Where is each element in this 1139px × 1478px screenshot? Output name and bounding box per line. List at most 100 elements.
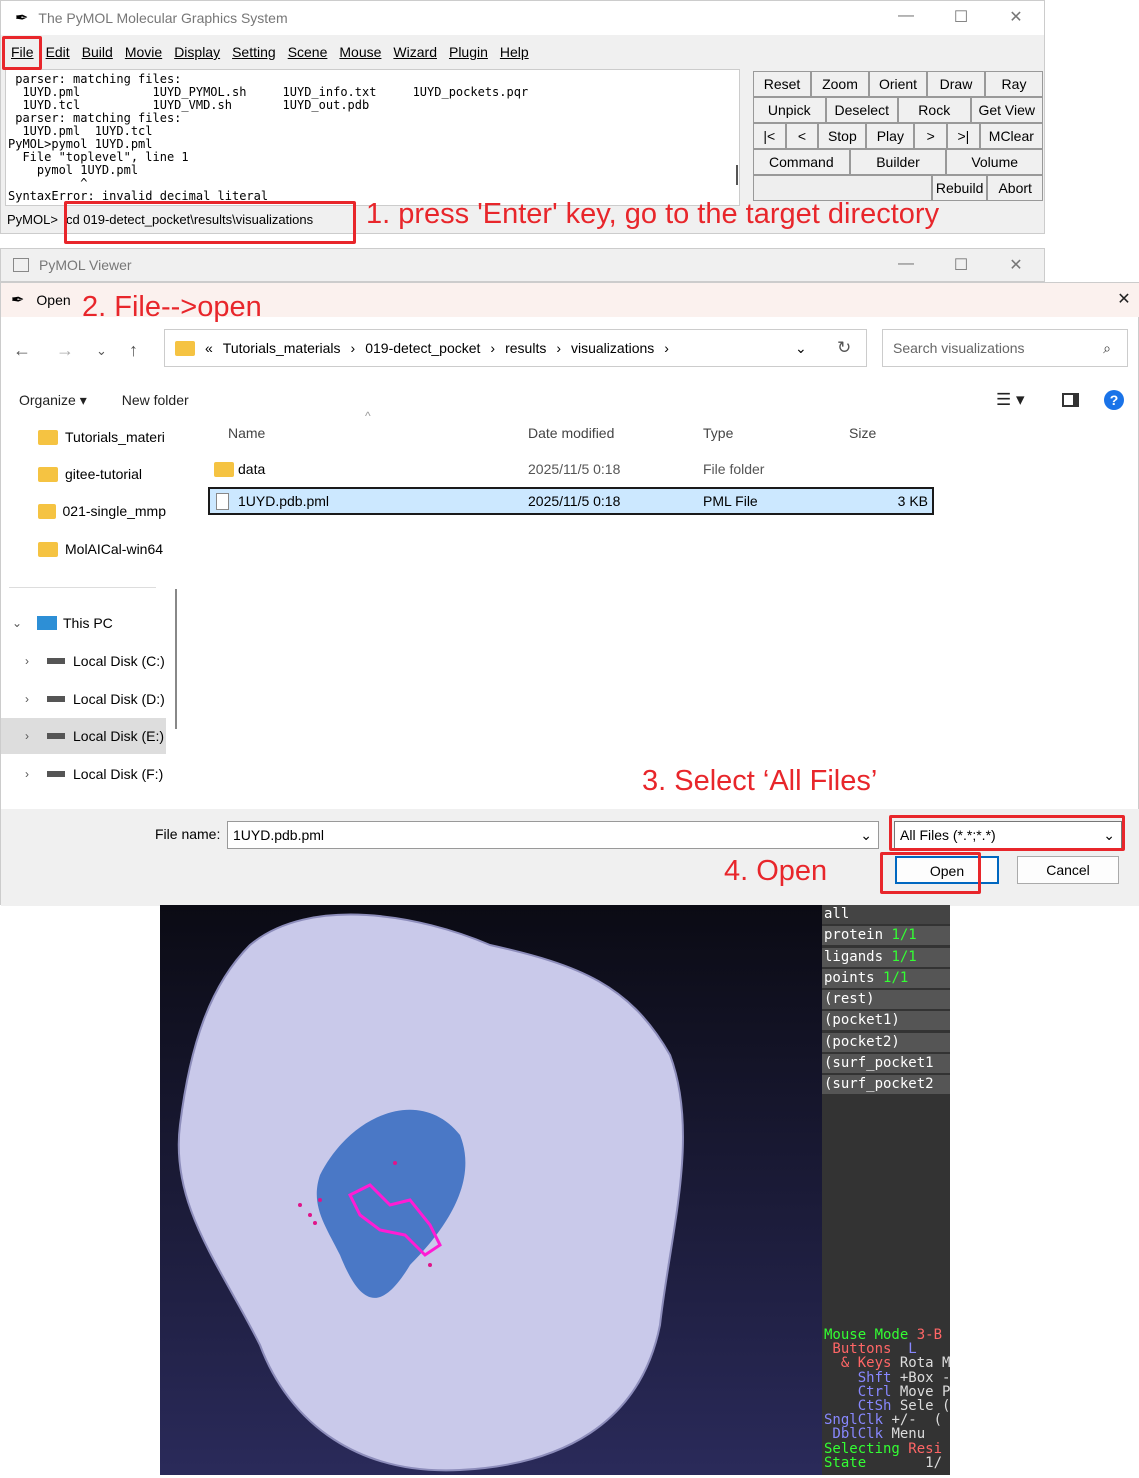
last-frame-button[interactable]: >| (947, 123, 980, 149)
breadcrumb-visualizations[interactable]: visualizations (571, 340, 654, 356)
rock-button[interactable]: Rock (898, 97, 971, 123)
reset-button[interactable]: Reset (753, 71, 811, 97)
folder-icon (214, 461, 234, 477)
zoom-button[interactable]: Zoom (811, 71, 869, 97)
column-size[interactable]: Size (849, 425, 876, 441)
forward-icon[interactable]: → (56, 340, 74, 361)
menu-plugin[interactable]: Plugin (449, 44, 488, 60)
cancel-button[interactable]: Cancel (1017, 856, 1119, 884)
address-bar[interactable]: « Tutorials_materials › 019-detect_pocket… (164, 329, 867, 367)
play-button[interactable]: Play (866, 123, 915, 149)
menu-scene[interactable]: Scene (288, 44, 328, 60)
volume-button[interactable]: Volume (946, 149, 1044, 175)
stop-button[interactable]: Stop (818, 123, 867, 149)
close-icon[interactable]: ✕ (1001, 255, 1031, 275)
molecular-viewport[interactable] (160, 905, 822, 1475)
get-view-button[interactable]: Get View (970, 97, 1043, 123)
maximize-icon[interactable]: ☐ (946, 255, 976, 275)
preview-pane-icon[interactable] (1062, 393, 1079, 407)
minimize-icon[interactable]: — (891, 255, 921, 273)
refresh-icon[interactable]: ↻ (837, 338, 851, 358)
back-icon[interactable]: ← (13, 340, 31, 361)
recent-locations-icon[interactable]: ⌄ (96, 343, 107, 359)
menu-movie[interactable]: Movie (125, 44, 162, 60)
object-ligands[interactable]: ligands 1/1 (822, 947, 950, 967)
file-date: 2025/11/5 0:18 (528, 461, 621, 477)
tree-scrollbar[interactable] (175, 589, 177, 729)
selection-pocket2[interactable]: (pocket2) (822, 1032, 950, 1052)
menu-setting[interactable]: Setting (232, 44, 276, 60)
chevron-right-icon[interactable]: › (17, 729, 37, 743)
dialog-title: Open (36, 292, 71, 308)
file-row[interactable]: data 2025/11/5 0:18 File folder (208, 455, 934, 483)
abort-button[interactable]: Abort (987, 175, 1043, 201)
breadcrumb-overflow[interactable]: « (205, 340, 213, 356)
organize-button[interactable]: Organize ▾ (19, 392, 87, 409)
breadcrumb-results[interactable]: results (505, 340, 546, 356)
file-type: File folder (703, 461, 765, 477)
viewer-title-bar: PyMOL Viewer — ☐ ✕ (0, 248, 1045, 282)
command-button[interactable]: Command (753, 149, 850, 175)
orient-button[interactable]: Orient (869, 71, 927, 97)
tree-item-this-pc[interactable]: ⌄ This PC (1, 605, 166, 641)
menu-display[interactable]: Display (174, 44, 220, 60)
tree-item[interactable]: › Local Disk (D:) (1, 681, 166, 717)
chevron-right-icon[interactable]: › (17, 767, 37, 781)
menu-mouse[interactable]: Mouse (339, 44, 381, 60)
menu-wizard[interactable]: Wizard (393, 44, 437, 60)
view-options-icon[interactable]: ☰ ▾ (996, 390, 1025, 410)
menu-help[interactable]: Help (500, 44, 529, 60)
close-icon[interactable]: ✕ (1001, 7, 1031, 27)
minimize-icon[interactable]: — (891, 7, 921, 25)
column-type[interactable]: Type (703, 425, 733, 441)
object-all[interactable]: all (822, 905, 950, 924)
first-frame-button[interactable]: |< (753, 123, 786, 149)
selection-surf-pocket1[interactable]: (surf_pocket1 (822, 1054, 950, 1074)
menu-edit[interactable]: Edit (46, 44, 70, 60)
chevron-down-icon[interactable]: ⌄ (860, 827, 872, 844)
column-date[interactable]: Date modified (528, 425, 614, 441)
tree-item[interactable]: › Local Disk (C:) (1, 643, 166, 679)
tree-item[interactable]: MolAICal-win64 (1, 531, 166, 567)
file-row-selected[interactable]: 1UYD.pdb.pml 2025/11/5 0:18 PML File 3 K… (208, 487, 934, 515)
selection-surf-pocket2[interactable]: (surf_pocket2 (822, 1075, 950, 1095)
filename-input[interactable]: 1UYD.pdb.pml ⌄ (227, 821, 879, 849)
rebuild-button[interactable]: Rebuild (931, 175, 988, 201)
object-points[interactable]: points 1/1 (822, 968, 950, 988)
tree-item[interactable]: gitee-tutorial (1, 456, 166, 492)
search-input[interactable]: Search visualizations ⌕ (882, 329, 1128, 367)
help-icon[interactable]: ? (1104, 390, 1124, 410)
chevron-down-icon[interactable]: ⌄ (795, 340, 807, 357)
selection-pocket1[interactable]: (pocket1) (822, 1011, 950, 1031)
builder-button[interactable]: Builder (849, 149, 947, 175)
chevron-down-icon[interactable]: ⌄ (7, 616, 27, 630)
chevron-right-icon[interactable]: › (17, 654, 37, 668)
breadcrumb-tutorials[interactable]: Tutorials_materials (223, 340, 341, 356)
deselect-button[interactable]: Deselect (825, 97, 898, 123)
object-protein[interactable]: protein 1/1 (822, 926, 950, 946)
up-icon[interactable]: ↑ (129, 340, 138, 361)
tree-item[interactable]: › Local Disk (F:) (1, 756, 166, 792)
close-icon[interactable]: ✕ (1109, 289, 1139, 309)
annotation-step4: 4. Open (724, 855, 828, 887)
selection-rest[interactable]: (rest) (822, 990, 950, 1010)
maximize-icon[interactable]: ☐ (946, 7, 976, 27)
next-frame-button[interactable]: > (914, 123, 948, 149)
console-scrollbar[interactable] (736, 165, 738, 185)
draw-button[interactable]: Draw (927, 71, 985, 97)
unpick-button[interactable]: Unpick (753, 97, 826, 123)
breadcrumb-detect-pocket[interactable]: 019-detect_pocket (365, 340, 480, 356)
prev-frame-button[interactable]: < (785, 123, 819, 149)
ray-button[interactable]: Ray (985, 71, 1043, 97)
object-panel: all protein 1/1 ligands 1/1 points 1/1 (… (822, 905, 950, 1475)
new-folder-button[interactable]: New folder (122, 392, 189, 408)
column-name[interactable]: Name (228, 425, 265, 441)
chevron-right-icon[interactable]: › (17, 692, 37, 706)
folder-icon (175, 340, 195, 356)
console-line: pymol 1UYD.pml (8, 163, 139, 177)
menu-build[interactable]: Build (82, 44, 113, 60)
tree-item[interactable]: Tutorials_materi (1, 419, 166, 455)
tree-item[interactable]: 021-single_mmp (1, 493, 166, 529)
mclear-button[interactable]: MClear (979, 123, 1044, 149)
tree-item-selected[interactable]: › Local Disk (E:) (1, 718, 166, 754)
